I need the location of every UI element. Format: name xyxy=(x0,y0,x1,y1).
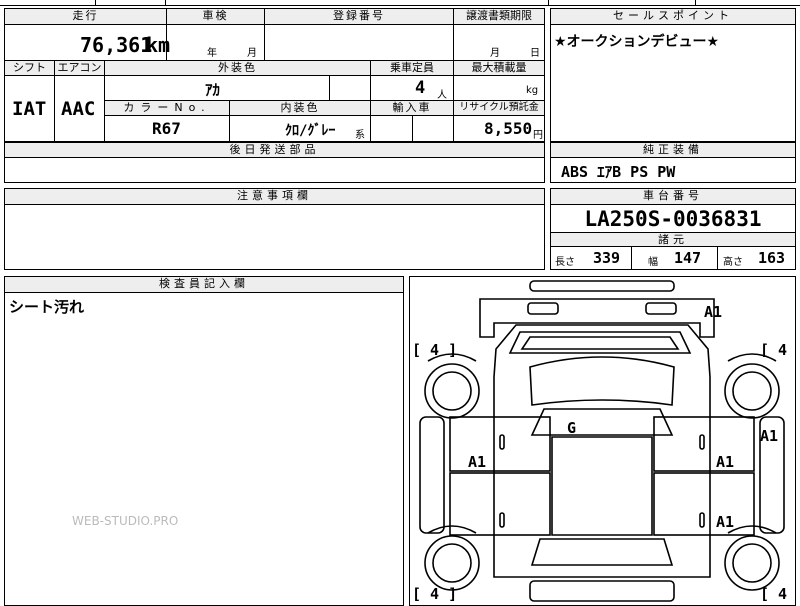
interior-color-label: 内装色 xyxy=(230,101,371,116)
inspector-text: シート汚れ xyxy=(9,298,85,316)
registration-label: 登録番号 xyxy=(265,9,454,25)
inspection-label: 車検 xyxy=(167,9,265,25)
sales-point-text: ★オークションデビュー★ xyxy=(554,34,720,50)
color-no-cell: R67 xyxy=(105,116,230,141)
exterior-color-value: ｱｶ xyxy=(205,81,221,99)
damage-mark-left-front-door: A1 xyxy=(468,453,486,471)
mileage-label: 走行 xyxy=(5,9,167,25)
later-parts-label: 後日発送部品 xyxy=(5,143,544,158)
height-label: 高さ xyxy=(723,257,743,268)
transfer-cell: 月 日 xyxy=(454,25,544,61)
capacity-unit: 人 xyxy=(437,90,447,101)
watermark: WEB-STUDIO.PRO xyxy=(72,514,179,528)
transfer-month-unit: 月 xyxy=(490,48,500,59)
shift-label: シフト xyxy=(5,61,55,76)
registration-cell xyxy=(265,25,454,61)
car-diagram-box: [ 4 ] [ 4 ] [ 4 ] [ 4 ] A1 A1 A1 A1 A1 A… xyxy=(409,276,796,606)
inspector-label: 検査員記入欄 xyxy=(5,277,403,293)
interior-color-cell: ｸﾛ/ｸﾞﾚｰ 系 xyxy=(230,116,371,141)
later-parts-box: 後日発送部品 xyxy=(4,142,545,183)
max-load-cell: kg xyxy=(454,76,544,101)
sales-point-box: セールスポイント ★オークションデビュー★ xyxy=(550,8,796,142)
length-value: 339 xyxy=(593,249,621,267)
tire-mark-rear-right: [ 4 ] xyxy=(760,585,795,603)
chassis-box: 車台番号 LA250S-0036831 諸元 長さ 339 幅 147 高さ 1… xyxy=(550,188,796,270)
sales-point-label: セールスポイント xyxy=(551,9,795,25)
mileage-cell: 76,361 km xyxy=(5,25,170,61)
transfer-day-unit: 日 xyxy=(530,48,540,59)
recycle-value: 8,550 xyxy=(484,119,533,138)
tire-mark-front-right: [ 4 ] xyxy=(760,341,795,359)
damage-mark-hood-right: A1 xyxy=(704,303,722,321)
notes-label: 注意事項欄 xyxy=(5,189,544,205)
damage-mark-right-rear-door: A1 xyxy=(716,513,734,531)
width-value: 147 xyxy=(674,249,702,267)
ac-label: エアコン xyxy=(55,61,105,76)
width-label: 幅 xyxy=(648,257,658,268)
recycle-unit: 円 xyxy=(533,130,543,141)
ac-cell: AAC xyxy=(55,76,105,141)
length-label: 長さ xyxy=(555,257,575,268)
notes-box: 注意事項欄 xyxy=(4,188,545,270)
max-load-unit: kg xyxy=(526,85,539,96)
exterior-color-label: 外装色 xyxy=(105,61,371,76)
max-load-label: 最大積載量 xyxy=(454,61,544,76)
shift-value: IAT xyxy=(12,98,47,120)
genuine-equipment-box: 純正装備 ABS ｴｱB PS PW xyxy=(550,142,796,183)
color-no-label: カラーNo. xyxy=(105,101,230,116)
chassis-label: 車台番号 xyxy=(551,189,795,205)
inspector-box: 検査員記入欄 シート汚れ xyxy=(4,276,404,606)
height-value: 163 xyxy=(758,249,786,267)
inspection-cell: 年 月 xyxy=(167,25,265,61)
import-label: 輸入車 xyxy=(371,101,454,116)
recycle-cell: 8,550 円 xyxy=(454,116,544,141)
exterior-color-cell: ｱｶ xyxy=(105,76,330,101)
shift-cell: IAT xyxy=(5,76,55,141)
exterior-color-extra-cell xyxy=(330,76,371,101)
damage-mark-right-front-door: A1 xyxy=(716,453,734,471)
inspection-month-unit: 月 xyxy=(247,48,257,59)
inspection-year-unit: 年 xyxy=(207,48,217,59)
interior-color-suffix: 系 xyxy=(355,130,365,141)
genuine-equipment-value: ABS ｴｱB PS PW xyxy=(561,163,676,181)
capacity-value: 4 xyxy=(415,78,426,98)
chassis-value: LA250S-0036831 xyxy=(584,207,762,231)
genuine-equipment-label: 純正装備 xyxy=(551,143,795,158)
damage-mark-right-fender: A1 xyxy=(760,427,778,445)
color-no-value: R67 xyxy=(152,119,181,138)
transfer-deadline-label: 譲渡書類期限 xyxy=(454,9,544,25)
damage-mark-roof: G xyxy=(567,419,576,437)
capacity-cell: 4 人 xyxy=(371,76,454,101)
import-cell-a xyxy=(371,116,413,141)
ac-value: AAC xyxy=(61,98,96,120)
tire-mark-front-left: [ 4 ] xyxy=(412,341,457,359)
specs-label: 諸元 xyxy=(551,232,795,247)
specs-row: 長さ 339 幅 147 高さ 163 xyxy=(551,247,795,269)
interior-color-value: ｸﾛ/ｸﾞﾚｰ xyxy=(285,123,336,139)
tire-mark-rear-left: [ 4 ] xyxy=(412,585,457,603)
car-diagram: [ 4 ] [ 4 ] [ 4 ] [ 4 ] A1 A1 A1 A1 A1 A… xyxy=(412,280,795,603)
top-cut-strip xyxy=(0,0,800,6)
capacity-label: 乗車定員 xyxy=(371,61,454,76)
vehicle-info-table: 走行 車検 登録番号 譲渡書類期限 76,361 km 年 月 月 日 シフト … xyxy=(4,8,545,142)
mileage-value: 76,361 xyxy=(80,33,153,57)
import-cell-b xyxy=(413,116,454,141)
recycle-label: リサイクル預託金 xyxy=(454,101,544,116)
